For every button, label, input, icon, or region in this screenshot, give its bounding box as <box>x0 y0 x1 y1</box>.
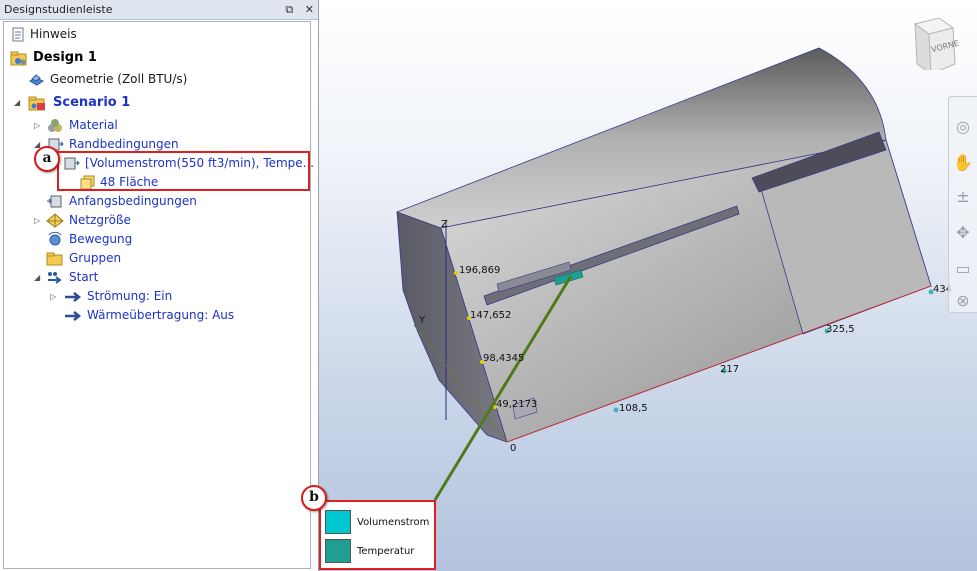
mesh-icon <box>46 213 64 228</box>
tree-item-start[interactable]: Start <box>46 268 98 287</box>
expand-toggle[interactable]: ▷ <box>34 216 40 225</box>
design-folder-icon <box>10 50 28 66</box>
start-icon <box>46 270 64 285</box>
close-panel-icon[interactable]: ✕ <box>305 3 314 16</box>
tree-item-label: Anfangsbedingungen <box>69 194 197 208</box>
view-cube[interactable]: VORNE <box>907 17 960 76</box>
arrow-right-icon <box>64 289 82 304</box>
dimension-label: 49,2173 <box>496 399 538 410</box>
tree-item-motion[interactable]: Bewegung <box>46 230 132 249</box>
3d-viewport[interactable]: Z Y 196,869 147,652 98,4345 49,2173 0 10… <box>319 0 977 571</box>
tree-item-label: Geometrie (Zoll BTU/s) <box>50 72 188 86</box>
legend-item: Volumenstrom <box>325 510 429 534</box>
callout-a: a <box>34 146 60 172</box>
expand-toggle[interactable]: ▷ <box>34 121 40 130</box>
tree-item-material[interactable]: Material <box>46 116 118 135</box>
motion-icon <box>46 231 64 247</box>
dimension-label: 0 <box>510 443 517 454</box>
z-axis-label: Z <box>441 219 448 230</box>
dimension-label: 147,652 <box>470 310 512 321</box>
model-view[interactable] <box>319 0 977 571</box>
legend-label: Temperatur <box>357 545 415 557</box>
dimension-label: 217 <box>720 364 740 375</box>
tree-item-label: Gruppen <box>69 251 122 265</box>
legend-swatch <box>325 510 351 534</box>
navigation-bar: ◎ ✋ ± ✥ ▭ ⊗ <box>948 96 977 313</box>
look-icon[interactable]: ▭ <box>953 259 973 279</box>
highlight-box-a <box>57 151 310 191</box>
tree-item-label: Bewegung <box>69 232 133 246</box>
tree-item-label: Scenario 1 <box>53 95 131 110</box>
boundary-legend: Volumenstrom Temperatur <box>319 500 436 570</box>
panel-title: Designstudienleiste <box>4 3 113 16</box>
steering-wheel-icon[interactable]: ◎ <box>953 117 973 137</box>
panel-title-bar: Designstudienleiste ⧉ ✕ <box>0 0 318 20</box>
arrow-right-icon <box>64 308 82 323</box>
zoom-icon[interactable]: ± <box>953 187 973 207</box>
tree-item-design[interactable]: Design 1 <box>10 48 97 67</box>
expand-toggle[interactable]: ▷ <box>50 292 56 301</box>
tree-item-flow[interactable]: Strömung: Ein <box>64 287 172 306</box>
tree-item-mesh-size[interactable]: Netzgröße <box>46 211 131 230</box>
collapse-toggle[interactable]: ◢ <box>34 273 40 282</box>
close-nav-icon[interactable]: ⊗ <box>953 291 973 311</box>
pan-icon[interactable]: ✋ <box>953 153 973 173</box>
tree-item-initial-conditions[interactable]: Anfangsbedingungen <box>46 192 197 211</box>
tree-item-label: Start <box>69 270 99 284</box>
callout-b: b <box>301 485 327 511</box>
dimension-label: 98,4345 <box>483 353 525 364</box>
dimension-label: 196,869 <box>459 265 501 276</box>
tree-item-label: Netzgröße <box>69 213 131 227</box>
material-icon <box>46 118 64 133</box>
tree-item-hint[interactable]: Hinweis <box>10 25 77 44</box>
tree-item-label: Wärmeübertragung: Aus <box>87 308 235 322</box>
dimension-label: 325,5 <box>826 324 855 335</box>
tree-item-groups[interactable]: Gruppen <box>46 249 121 268</box>
legend-item: Temperatur <box>325 539 414 563</box>
tree-item-label: Material <box>69 118 118 132</box>
legend-label: Volumenstrom <box>357 516 430 528</box>
orbit-icon[interactable]: ✥ <box>953 223 973 243</box>
initial-condition-icon <box>46 194 64 209</box>
groups-icon <box>46 251 64 266</box>
tree-item-scenario[interactable]: Scenario 1 <box>28 93 130 112</box>
design-tree: Hinweis Design 1 Geometrie (Zoll BTU/s) … <box>3 21 314 569</box>
collapse-toggle[interactable]: ◢ <box>14 98 20 107</box>
design-study-bar: Designstudienleiste ⧉ ✕ Hinweis Design 1… <box>0 0 319 571</box>
tree-item-label: Strömung: Ein <box>87 289 173 303</box>
y-axis-label: Y <box>419 315 426 326</box>
scenario-folder-icon <box>28 95 48 111</box>
note-icon <box>10 27 25 42</box>
tree-item-label: Design 1 <box>33 50 97 65</box>
tree-item-heat-transfer[interactable]: Wärmeübertragung: Aus <box>64 306 234 325</box>
legend-swatch <box>325 539 351 563</box>
geometry-icon <box>28 72 45 87</box>
dimension-label: 108,5 <box>619 403 648 414</box>
tree-item-geometry[interactable]: Geometrie (Zoll BTU/s) <box>28 70 187 89</box>
float-panel-icon[interactable]: ⧉ <box>285 3 293 16</box>
tree-item-label: Hinweis <box>30 27 77 41</box>
